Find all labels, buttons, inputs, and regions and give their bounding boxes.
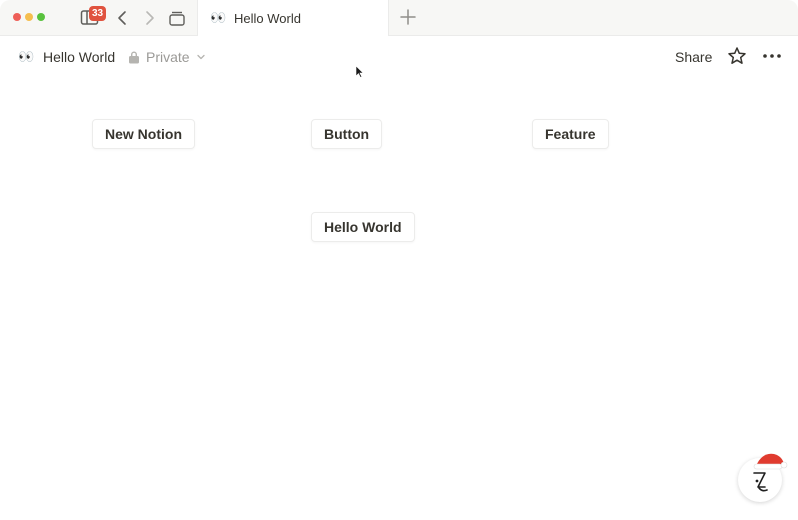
share-button[interactable]: Share bbox=[668, 46, 719, 68]
tab-hello-world[interactable]: 👀 Hello World bbox=[197, 0, 389, 36]
lock-icon bbox=[129, 51, 139, 64]
chevron-right-icon[interactable] bbox=[142, 8, 158, 28]
plus-icon[interactable] bbox=[399, 8, 417, 26]
more-horizontal-icon[interactable] bbox=[760, 46, 784, 66]
app-window: 33 👀 Hello World 👀 Hello World Private S… bbox=[0, 0, 798, 520]
canvas-button-button[interactable]: Button bbox=[311, 119, 383, 149]
breadcrumb[interactable]: 👀 Hello World bbox=[18, 48, 115, 66]
page-title: Hello World bbox=[43, 49, 116, 65]
chevron-left-icon[interactable] bbox=[114, 8, 130, 28]
tab-stack-icon[interactable] bbox=[166, 8, 188, 28]
canvas-button-new-notion[interactable]: New Notion bbox=[92, 119, 195, 149]
privacy-selector[interactable]: Private bbox=[128, 48, 205, 66]
notification-badge: 33 bbox=[89, 6, 106, 21]
title-bar: 33 👀 Hello World bbox=[0, 0, 798, 36]
minimize-window-button[interactable] bbox=[25, 13, 33, 21]
canvas-button-feature[interactable]: Feature bbox=[532, 119, 609, 149]
close-window-button[interactable] bbox=[13, 13, 21, 21]
star-icon[interactable] bbox=[727, 46, 747, 66]
privacy-label: Private bbox=[146, 49, 190, 65]
tab-label: Hello World bbox=[234, 10, 301, 26]
page-header: 👀 Hello World Private Share bbox=[0, 36, 798, 78]
eyes-emoji-icon: 👀 bbox=[18, 49, 34, 64]
chevron-down-icon bbox=[196, 54, 205, 60]
santa-hat-icon bbox=[753, 453, 788, 470]
maximize-window-button[interactable] bbox=[37, 13, 45, 21]
mouse-cursor-icon bbox=[356, 66, 364, 78]
eyes-emoji-icon: 👀 bbox=[210, 10, 226, 25]
canvas-button-hello-world[interactable]: Hello World bbox=[311, 212, 415, 242]
